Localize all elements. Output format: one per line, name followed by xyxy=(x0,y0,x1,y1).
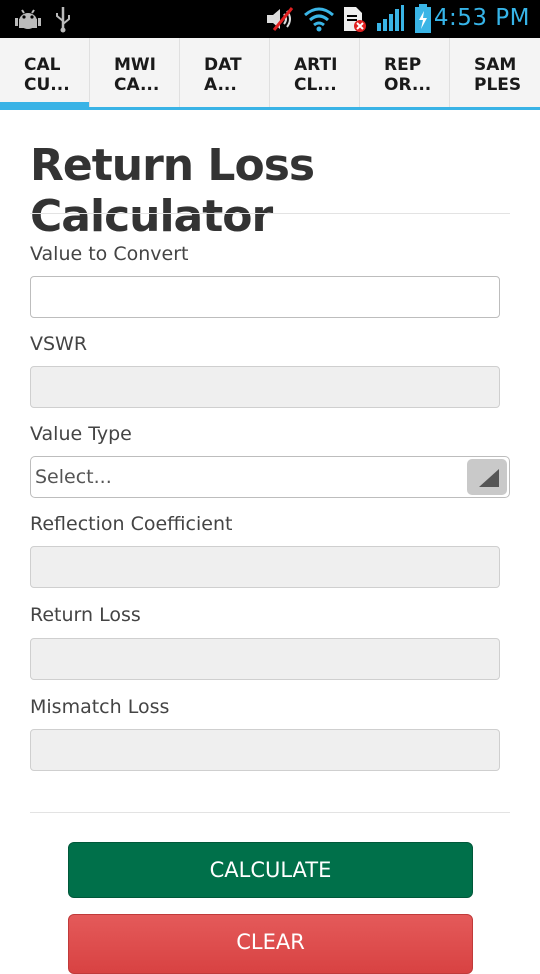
wifi-icon xyxy=(302,4,336,34)
tab-label-line2: CA... xyxy=(114,75,160,95)
tab-data[interactable]: DAT A... xyxy=(180,38,270,107)
battery-charging-icon xyxy=(412,4,434,34)
tab-label-line1: SAM xyxy=(474,55,517,75)
status-bar: 4:53 PM xyxy=(0,0,540,38)
tab-label-line2: A... xyxy=(204,75,237,95)
tab-label-line1: REP xyxy=(384,55,422,75)
return-loss-field xyxy=(30,638,500,680)
signal-icon xyxy=(374,4,406,34)
value-to-convert-label: Value to Convert xyxy=(30,243,189,265)
vswr-field xyxy=(30,366,500,408)
tab-calculators[interactable]: CAL CU... xyxy=(0,38,90,110)
reflection-coefficient-label: Reflection Coefficient xyxy=(30,513,233,535)
clear-button[interactable]: CLEAR xyxy=(68,914,473,974)
form-divider xyxy=(30,812,510,813)
page-title: Return Loss Calculator xyxy=(30,140,315,242)
usb-icon xyxy=(52,4,74,34)
vswr-label: VSWR xyxy=(30,333,88,355)
tab-label-line1: DAT xyxy=(204,55,242,75)
sim-error-icon xyxy=(340,4,368,34)
tab-label-line2: PLES xyxy=(474,75,522,95)
tab-label-line1: MWI xyxy=(114,55,156,75)
tab-samples[interactable]: SAM PLES xyxy=(450,38,540,107)
mute-icon xyxy=(264,4,296,34)
tab-articles[interactable]: ARTI CL... xyxy=(270,38,360,107)
return-loss-label: Return Loss xyxy=(30,604,141,626)
value-type-label: Value Type xyxy=(30,423,132,445)
tab-label-line1: CAL xyxy=(24,55,61,75)
tab-reports[interactable]: REP OR... xyxy=(360,38,450,107)
android-debug-icon xyxy=(14,4,42,34)
dropdown-arrow-icon[interactable] xyxy=(467,459,507,495)
mismatch-loss-field xyxy=(30,729,500,771)
tab-label-line2: OR... xyxy=(384,75,432,95)
reflection-coefficient-field xyxy=(30,546,500,588)
tab-label-line2: CU... xyxy=(24,75,70,95)
value-to-convert-input[interactable] xyxy=(30,276,500,318)
value-type-selected: Select... xyxy=(35,466,112,488)
calculate-button[interactable]: CALCULATE xyxy=(68,842,473,898)
tab-label-line1: ARTI xyxy=(294,55,338,75)
value-type-select[interactable]: Select... xyxy=(30,456,510,498)
tab-bar: CAL CU... MWI CA... DAT A... ARTI CL... … xyxy=(0,38,540,110)
tab-label-line2: CL... xyxy=(294,75,337,95)
status-time: 4:53 PM xyxy=(433,5,530,31)
mismatch-loss-label: Mismatch Loss xyxy=(30,696,170,718)
tab-mwi-calendar[interactable]: MWI CA... xyxy=(90,38,180,107)
title-divider xyxy=(30,213,510,214)
